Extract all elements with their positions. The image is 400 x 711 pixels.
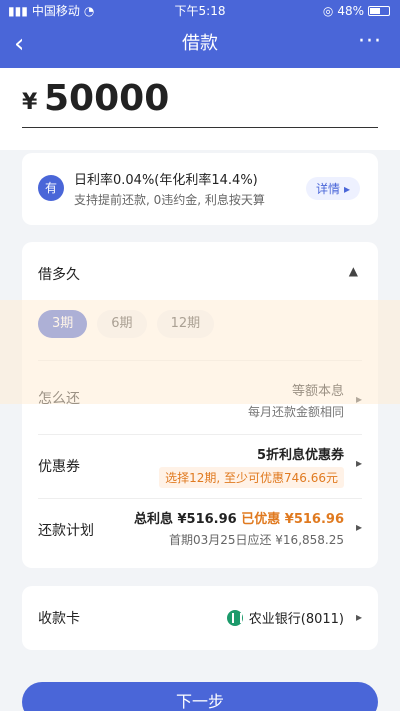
total-interest: 总利息 ¥516.96 — [133, 512, 237, 527]
receive-card-row[interactable]: 收款卡 农业银行(8011) ▸ — [22, 586, 378, 650]
divider — [38, 360, 362, 361]
repay-method-row[interactable]: 怎么还 等额本息 每月还款金额相同 ▸ — [22, 370, 378, 434]
battery-icon — [368, 6, 390, 16]
bank-logo-icon — [226, 609, 243, 626]
coupon-sub: 选择12期, 至少可优惠746.66元 — [159, 467, 344, 488]
rate-detail-button[interactable]: 详情 ▸ — [305, 177, 360, 200]
repay-method-main: 等额本息 — [291, 384, 344, 399]
rate-badge-icon: 有 — [38, 175, 64, 201]
duration-options: 3期 6期 12期 — [38, 310, 215, 338]
bank-info: 农业银行(8011) — [226, 608, 344, 627]
repay-plan-sub: 首期03月25日应还 ¥16,858.25 — [168, 533, 344, 547]
nav-bar: ‹ 借款 ··· — [0, 28, 400, 64]
coupon-row[interactable]: 优惠券 5折利息优惠券 选择12期, 至少可优惠746.66元 ▸ — [22, 434, 378, 498]
rate-card: 有 日利率0.04%(年化利率14.4%) 支持提前还款, 0违约金, 利息按天… — [22, 153, 378, 225]
coupon-main: 5折利息优惠券 — [256, 448, 344, 463]
chevron-right-icon: ▸ — [355, 392, 362, 406]
chevron-right-icon: ▸ — [343, 181, 350, 196]
receive-card-label: 收款卡 — [38, 611, 80, 627]
top-bar: ▮▮▮ 中国移动 ◔ 下午5:18 ◎ 48% ‹ 借款 ··· — [0, 0, 400, 68]
repay-method-label: 怎么还 — [38, 391, 80, 407]
repay-plan-row[interactable]: 还款计划 总利息 ¥516.96 已优惠 ¥516.96 首期03月25日应还 … — [22, 498, 378, 562]
repay-plan-label: 还款计划 — [38, 523, 94, 539]
amount-section: ¥ 50000 — [0, 68, 400, 150]
discount-amount: 已优惠 ¥516.96 — [241, 512, 344, 527]
duration-option-12[interactable]: 12期 — [156, 310, 215, 338]
coupon-value: 5折利息优惠券 选择12期, 至少可优惠746.66元 — [159, 444, 344, 488]
rate-detail-label: 详情 — [315, 182, 340, 196]
rate-title: 日利率0.04%(年化利率14.4%) — [74, 173, 258, 188]
repay-method-value: 等额本息 每月还款金额相同 — [248, 380, 344, 420]
alarm-icon: ◎ — [322, 4, 334, 18]
chevron-right-icon: ▸ — [355, 456, 362, 470]
chevron-right-icon: ▸ — [355, 520, 362, 534]
amount-input[interactable]: 50000 — [44, 78, 169, 119]
repay-plan-value: 总利息 ¥516.96 已优惠 ¥516.96 首期03月25日应还 ¥16,8… — [134, 508, 344, 548]
next-button[interactable]: 下一步 — [22, 682, 378, 711]
bank-name: 农业银行(8011) — [248, 612, 344, 627]
duration-label: 借多久 — [38, 267, 80, 283]
repay-plan-main: 总利息 ¥516.96 已优惠 ¥516.96 — [134, 508, 344, 527]
battery-percent: 48% — [337, 4, 364, 18]
duration-row: 借多久 ▲ 3期 6期 12期 — [22, 242, 378, 352]
rate-subtitle: 支持提前还款, 0违约金, 利息按天算 — [74, 193, 265, 207]
loan-options-card: 借多久 ▲ 3期 6期 12期 怎么还 等额本息 每月还款金额相同 ▸ 优惠券 … — [22, 242, 378, 568]
duration-option-6[interactable]: 6期 — [97, 310, 147, 338]
more-icon[interactable]: ··· — [358, 28, 382, 56]
coupon-label: 优惠券 — [38, 459, 80, 475]
amount-underline — [22, 127, 378, 128]
status-bar: ▮▮▮ 中国移动 ◔ 下午5:18 ◎ 48% — [0, 0, 400, 22]
collapse-up-icon[interactable]: ▲ — [349, 264, 358, 278]
repay-method-sub: 每月还款金额相同 — [247, 405, 344, 419]
duration-option-3[interactable]: 3期 — [38, 310, 88, 338]
chevron-right-icon: ▸ — [355, 610, 362, 624]
page-title: 借款 — [182, 33, 218, 54]
currency-symbol: ¥ — [22, 90, 38, 115]
status-right: ◎ 48% — [323, 0, 390, 22]
